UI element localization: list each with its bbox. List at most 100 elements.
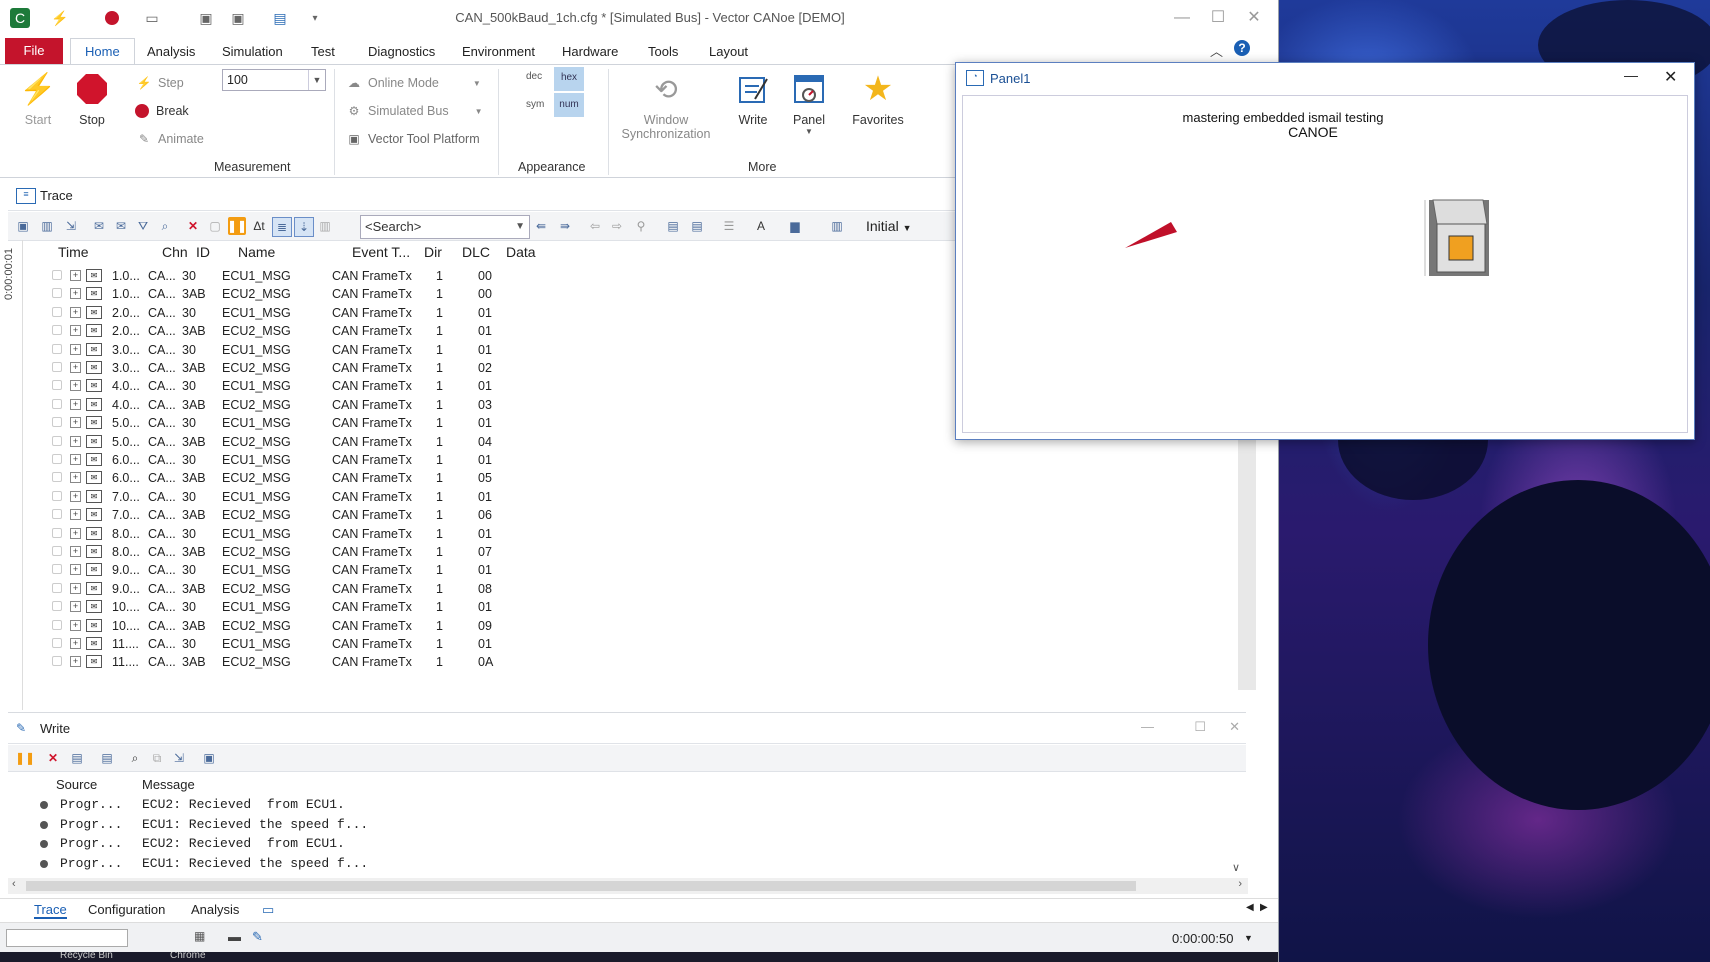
clear-page-icon[interactable]: ▤ — [68, 749, 86, 767]
column-header-name[interactable]: Name — [238, 244, 275, 260]
customize-qat-icon[interactable]: ▾ — [305, 8, 325, 28]
table-row[interactable]: + ✉ 6.0... CA... 3AB ECU2_MSG CAN Frame Tx 1 05 — [26, 468, 1256, 488]
taskbar-item-recycle-bin[interactable]: Recycle Bin — [60, 952, 113, 961]
minimize-icon[interactable]: — — [1624, 67, 1638, 83]
tab-test[interactable]: Test — [305, 40, 341, 64]
new-desktop-icon[interactable]: ▭ — [262, 902, 274, 918]
dec-toggle[interactable]: dec — [526, 71, 542, 82]
marker-icon[interactable]: ⚲ — [632, 217, 650, 235]
row-marker-icon[interactable] — [52, 343, 62, 354]
expand-icon[interactable]: + — [70, 343, 81, 355]
row-marker-icon[interactable] — [52, 380, 62, 391]
stop-button[interactable]: Stop — [72, 71, 112, 127]
desktop-tab-analysis[interactable]: Analysis — [191, 902, 239, 917]
table-row[interactable]: + ✉ 10.... CA... 3AB ECU2_MSG CAN Frame Tx 1 09 — [26, 616, 1256, 636]
clear-filter-icon[interactable]: ▢ — [206, 217, 224, 235]
toggle-switch[interactable] — [1423, 196, 1493, 280]
expand-icon[interactable]: + — [70, 288, 81, 300]
sym-toggle[interactable]: sym — [526, 99, 544, 110]
chart-icon[interactable]: ▥ — [38, 217, 56, 235]
save-icon[interactable]: ▣ — [196, 8, 216, 28]
hscroll-thumb[interactable] — [26, 881, 1136, 891]
clear-icon[interactable]: ✕ — [184, 217, 202, 235]
column-header-dir[interactable]: Dir — [424, 244, 442, 260]
write-status-icon[interactable]: ✎ — [252, 929, 263, 945]
tab-scroll-right-icon[interactable]: ▶ — [1260, 902, 1268, 913]
close-icon[interactable]: ✕ — [1240, 6, 1268, 30]
expand-icon[interactable]: + — [70, 509, 81, 521]
view-preset-icon[interactable]: ▥ — [828, 217, 846, 235]
database-icon[interactable]: ▬ — [228, 929, 241, 944]
table-row[interactable]: + ✉ 10.... CA... 30 ECU1_MSG CAN Frame Tx 1 01 — [26, 597, 1256, 617]
row-marker-icon[interactable] — [52, 306, 62, 317]
favorites-button[interactable]: ★ Favorites — [846, 70, 910, 127]
clear-icon[interactable]: ✕ — [44, 749, 62, 767]
maximize-icon[interactable]: ☐ — [1204, 6, 1232, 30]
tab-tools[interactable]: Tools — [642, 40, 684, 64]
row-marker-icon[interactable] — [52, 417, 62, 428]
canoe-app-icon[interactable]: C — [10, 8, 30, 28]
taskbar-item-chrome[interactable]: Chrome — [170, 952, 206, 961]
step-button[interactable]: ⚡ Step — [136, 75, 184, 91]
open-folder-icon[interactable]: ▭ — [142, 8, 162, 28]
expand-icon[interactable]: + — [70, 490, 81, 502]
column-header-source[interactable]: Source — [56, 777, 97, 792]
stop-circle-icon[interactable] — [102, 8, 122, 28]
layout-icon[interactable]: ▤ — [664, 217, 682, 235]
window-synchronization-button[interactable]: ⟲ Window Synchronization — [618, 71, 714, 142]
scroll-left-icon[interactable]: ‹ — [12, 878, 16, 890]
save-all-icon[interactable]: ▣ — [228, 8, 248, 28]
expand-icon[interactable]: + — [70, 454, 81, 465]
binoculars-icon[interactable]: ⌕ — [126, 749, 144, 767]
row-marker-icon[interactable] — [52, 509, 62, 520]
expand-icon[interactable]: + — [70, 398, 81, 410]
expand-icon[interactable]: + — [70, 564, 81, 576]
capl-icon[interactable]: ▦ — [194, 929, 205, 943]
pause-icon[interactable]: ❚❚ — [227, 217, 247, 235]
table-row[interactable]: + ✉ 9.0... CA... 3AB ECU2_MSG CAN Frame Tx 1 08 — [26, 579, 1256, 599]
export-icon[interactable]: ⇲ — [170, 749, 188, 767]
row-marker-icon[interactable] — [52, 472, 62, 483]
arrow-right-icon[interactable]: ⇨ — [608, 217, 626, 235]
row-marker-icon[interactable] — [52, 546, 62, 556]
expand-icon[interactable]: + — [70, 325, 81, 337]
desktop-tab-trace[interactable]: Trace — [34, 902, 67, 919]
table-row[interactable]: + ✉ 8.0... CA... 30 ECU1_MSG CAN Frame Tx 1 01 — [26, 524, 1256, 544]
row-marker-icon[interactable] — [52, 325, 62, 336]
expand-icon[interactable]: + — [70, 656, 81, 668]
online-mode-button[interactable]: ☁ Online Mode ▼ — [346, 75, 481, 91]
filter-envelope-icon[interactable]: ✉ — [90, 217, 108, 235]
table-row[interactable]: + ✉ 6.0... CA... 30 ECU1_MSG CAN Frame Tx 1 01 — [26, 450, 1256, 470]
column-header-id[interactable]: ID — [196, 244, 210, 260]
vector-tool-platform-button[interactable]: ▣ Vector Tool Platform — [346, 131, 479, 147]
hex-toggle[interactable]: hex — [554, 67, 584, 91]
tab-simulation[interactable]: Simulation — [216, 40, 289, 64]
row-marker-icon[interactable] — [52, 454, 62, 464]
break-button[interactable]: Break — [134, 103, 189, 119]
chevron-down-icon[interactable]: ▼ — [1244, 933, 1253, 943]
tab-file[interactable]: File — [5, 38, 63, 64]
close-icon[interactable]: ✕ — [1229, 719, 1240, 735]
config-icon[interactable]: ▣ — [200, 749, 218, 767]
expand-icon[interactable]: + — [70, 546, 81, 557]
chevron-down-icon[interactable]: ▼ — [515, 216, 525, 238]
column-header-data[interactable]: Data — [506, 244, 536, 260]
expand-icon[interactable]: + — [70, 362, 81, 373]
row-marker-icon[interactable] — [52, 656, 62, 667]
delta-time-icon[interactable]: Δt — [250, 217, 268, 235]
filter-remove-icon[interactable]: ✉ — [112, 217, 130, 235]
trace-search-input[interactable]: <Search> ▼ — [360, 215, 530, 239]
table-row[interactable]: + ✉ 11.... CA... 30 ECU1_MSG CAN Frame Tx 1 01 — [26, 634, 1256, 654]
config-icon[interactable]: ▤ — [270, 8, 290, 28]
expand-icon[interactable]: + — [70, 380, 81, 392]
animate-button[interactable]: ✎ Animate — [136, 131, 204, 147]
tab-scroll-left-icon[interactable]: ◀ — [1246, 902, 1254, 913]
search-forward-icon[interactable]: ⇛ — [556, 217, 574, 235]
chronological-icon[interactable]: ⇣ — [294, 217, 314, 237]
column-header-chn[interactable]: Chn — [162, 244, 188, 260]
chevron-down-icon[interactable]: ▼ — [308, 70, 325, 90]
write-button[interactable]: Write — [732, 71, 774, 127]
grid-lines-icon[interactable]: ☰ — [720, 217, 738, 235]
row-marker-icon[interactable] — [52, 619, 62, 630]
scroll-right-icon[interactable]: › — [1238, 878, 1242, 890]
